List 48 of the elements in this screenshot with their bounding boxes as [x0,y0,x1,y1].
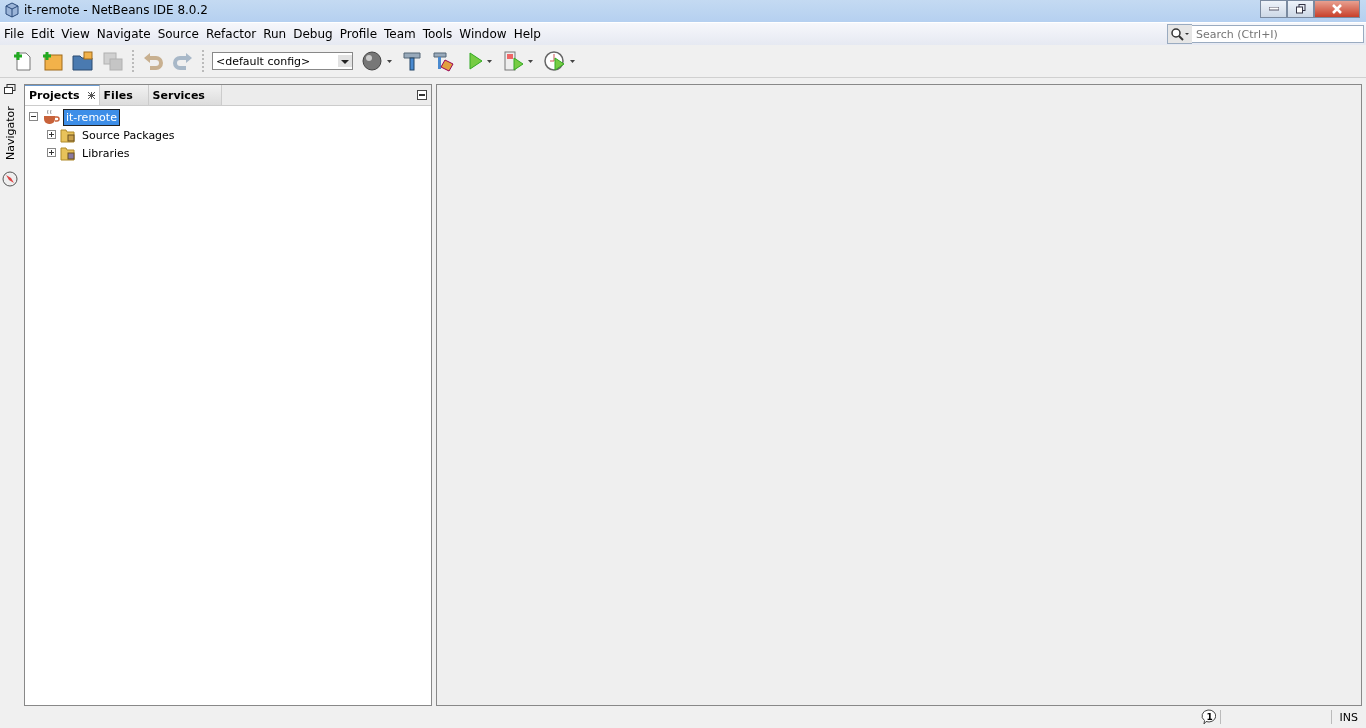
menu-item[interactable]: Debug [293,27,333,41]
config-dropdown[interactable]: <default config> [212,52,353,70]
notification-icon[interactable] [1199,709,1216,725]
open-folder-icon[interactable] [72,50,94,72]
menu-item[interactable]: View [61,27,90,41]
menu-item[interactable]: Run [263,27,287,41]
expand-toggle[interactable] [47,146,56,160]
panel-tab[interactable]: Files [99,85,149,105]
restore-icon [1295,4,1306,14]
menu-item[interactable]: Tools [422,27,453,41]
compass-icon[interactable] [2,171,18,187]
minimize-icon [1268,7,1279,11]
panel-tab[interactable]: Services [148,85,222,105]
cube-icon [4,2,20,18]
collapse-toggle[interactable] [29,110,38,124]
insert-mode: INS [1339,710,1358,724]
menu-item[interactable]: Window [459,27,507,41]
menu-item[interactable]: Navigate [96,27,151,41]
menu-item[interactable]: Team [384,27,416,41]
minimize-icon[interactable] [417,90,427,100]
caret-icon [338,55,352,67]
restore-button[interactable] [1287,0,1314,18]
menu-item[interactable]: File [4,27,25,41]
menu-item[interactable]: Help [513,27,541,41]
library-folder-icon [60,145,76,161]
window-title: it-remote - NetBeans IDE 8.0.2 [24,3,208,17]
package-folder-icon [60,127,76,143]
coffee-cup-icon [42,109,60,125]
hammer-icon[interactable] [401,50,423,72]
close-button[interactable] [1314,0,1360,18]
panel-tab[interactable]: Projects [25,85,100,105]
menu-item[interactable]: Profile [339,27,377,41]
menu-item[interactable]: Edit [31,27,55,41]
globe-icon[interactable] [361,50,393,72]
expand-toggle[interactable] [47,128,56,142]
debug-icon[interactable] [503,50,535,72]
close-icon[interactable] [87,92,95,99]
tree-item[interactable]: Libraries [80,145,132,161]
tree-item[interactable]: Source Packages [80,127,177,143]
profile-icon[interactable] [543,50,577,72]
close-icon [1331,4,1343,14]
navigator-tab[interactable]: Navigator [3,101,17,165]
notification-count: 1 [1205,712,1214,722]
window-restore-icon[interactable] [4,84,16,95]
new-file-icon[interactable] [12,50,34,72]
new-project-icon[interactable] [42,50,64,72]
menu-item[interactable]: Source [157,27,199,41]
menu-item[interactable]: Refactor [205,27,257,41]
